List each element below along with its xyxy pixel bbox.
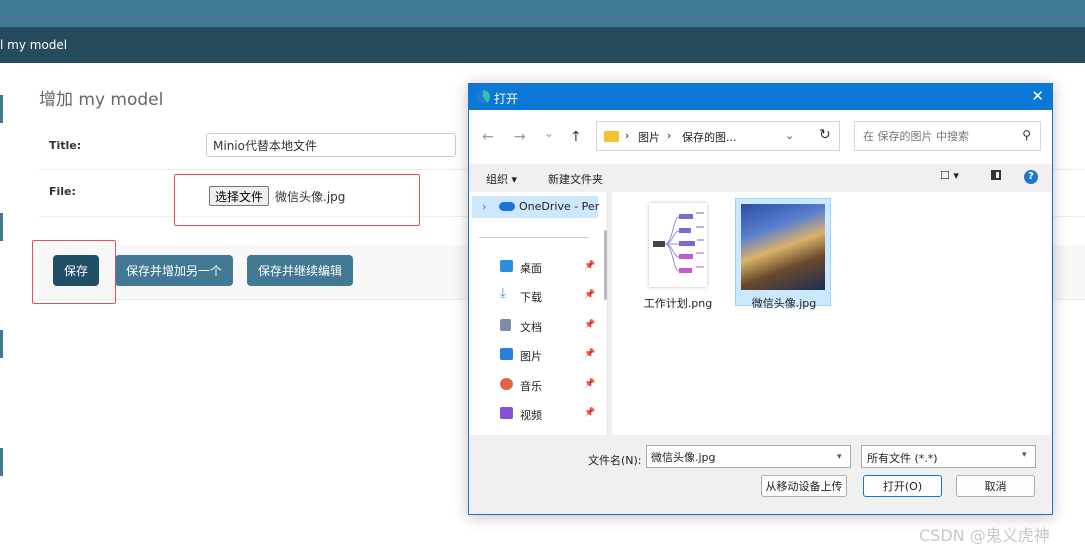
address-separator: › xyxy=(625,129,630,142)
save-add-another-button[interactable]: 保存并增加另一个 xyxy=(115,255,234,286)
address-segment-saved[interactable]: 保存的图... xyxy=(682,129,737,145)
search-icon[interactable]: ⚲ xyxy=(1022,128,1031,142)
nav-scrollbar[interactable] xyxy=(604,230,607,300)
save-highlight-box xyxy=(32,240,116,304)
address-dropdown-icon[interactable]: ⌄ xyxy=(785,129,794,142)
expand-icon[interactable]: › xyxy=(482,200,486,213)
open-button[interactable]: 打开(O) xyxy=(863,475,942,497)
refresh-icon[interactable]: ↻ xyxy=(819,127,831,143)
search-box[interactable]: ⚲ xyxy=(854,121,1041,151)
breadcrumb: l my model xyxy=(0,27,1085,63)
forward-icon[interactable]: → xyxy=(514,129,526,145)
file-highlight-box: 选择文件 微信头像.jpg xyxy=(174,174,420,226)
chevron-down-icon: ▾ xyxy=(1022,450,1027,460)
nav-item-label: 图片 xyxy=(520,350,542,363)
download-icon: ⤓ xyxy=(500,286,506,301)
recent-locations-icon[interactable]: ⌄ xyxy=(544,126,554,140)
address-segment-pictures[interactable]: 图片 xyxy=(638,129,660,145)
file-name: 工作计划.png xyxy=(643,297,713,310)
close-icon[interactable]: ✕ xyxy=(1031,87,1044,105)
navigation-pane: › OneDrive - Per 桌面 📌 ⤓ 下载 📌 文档 📌 图片 📌 音… xyxy=(469,192,608,435)
pin-icon: 📌 xyxy=(584,408,596,418)
nav-onedrive-label: OneDrive - Per xyxy=(519,200,600,213)
help-icon[interactable]: ? xyxy=(1024,170,1038,184)
pictures-icon xyxy=(500,348,513,360)
nav-divider xyxy=(479,237,589,238)
nav-item-music[interactable]: 音乐 📌 xyxy=(469,373,603,397)
file-item[interactable]: 工作计划.png xyxy=(630,198,726,310)
chosen-file-name: 微信头像.jpg xyxy=(275,190,346,204)
watermark: CSDN @鬼义虎神 xyxy=(919,526,1050,545)
nav-item-label: 视频 xyxy=(520,409,542,422)
nav-item-videos[interactable]: 视频 📌 xyxy=(469,402,603,426)
upload-from-device-button[interactable]: 从移动设备上传 xyxy=(761,475,847,497)
filename-input[interactable] xyxy=(646,445,851,468)
filetype-value: 所有文件 (*.*) xyxy=(867,452,938,465)
choose-file-button[interactable]: 选择文件 xyxy=(209,186,270,206)
nav-item-label: 音乐 xyxy=(520,380,542,393)
up-icon[interactable]: ↑ xyxy=(570,129,582,145)
nav-item-documents[interactable]: 文档 📌 xyxy=(469,314,603,338)
page-title: 增加 my model xyxy=(39,85,163,110)
mindmap-image xyxy=(653,212,704,273)
pin-icon: 📌 xyxy=(584,379,596,389)
admin-header xyxy=(0,0,1085,27)
page-title-prefix: 增加 xyxy=(39,90,73,110)
dialog-command-bar: 组织 ▾ 新建文件夹 ☐ ▾ ? xyxy=(469,164,1052,192)
breadcrumb-text[interactable]: l my model xyxy=(0,38,67,52)
dialog-navbar: ← → ⌄ ↑ › 图片 › 保存的图... ⌄ ↻ ⚲ xyxy=(469,110,1052,164)
avatar-thumbnail xyxy=(741,204,825,290)
file-label: File: xyxy=(49,185,76,198)
mindmap-thumbnail xyxy=(649,203,707,287)
video-icon xyxy=(500,407,513,419)
file-name: 微信头像.jpg xyxy=(751,297,817,310)
filename-label: 文件名(N): xyxy=(588,454,642,467)
organize-menu[interactable]: 组织 ▾ xyxy=(486,171,517,187)
file-item-selected[interactable]: 微信头像.jpg xyxy=(735,198,831,310)
search-input[interactable] xyxy=(863,127,1013,145)
folder-icon xyxy=(604,131,619,142)
new-folder-button[interactable]: 新建文件夹 xyxy=(548,171,603,187)
filename-dropdown-icon[interactable]: ▾ xyxy=(837,452,842,462)
pin-icon: 📌 xyxy=(584,349,596,359)
nav-item-onedrive[interactable]: › OneDrive - Per xyxy=(472,196,600,218)
browser-icon xyxy=(476,90,490,104)
address-bar[interactable]: › 图片 › 保存的图... ⌄ ↻ xyxy=(596,121,840,151)
cancel-button[interactable]: 取消 xyxy=(956,475,1035,497)
save-continue-button[interactable]: 保存并继续编辑 xyxy=(247,255,354,286)
pin-icon: 📌 xyxy=(584,290,596,300)
nav-item-label: 下载 xyxy=(520,291,542,304)
document-icon xyxy=(500,319,511,331)
onedrive-icon xyxy=(499,202,515,211)
music-icon xyxy=(500,378,513,390)
address-separator: › xyxy=(667,129,672,142)
back-icon[interactable]: ← xyxy=(482,129,494,145)
pin-icon: 📌 xyxy=(584,320,596,330)
dialog-footer: 文件名(N): ▾ 所有文件 (*.*) ▾ 从移动设备上传 打开(O) 取消 xyxy=(469,435,1052,514)
desktop-icon xyxy=(500,260,513,272)
pin-icon: 📌 xyxy=(584,261,596,271)
page-title-model: my model xyxy=(78,90,164,110)
filetype-select[interactable]: 所有文件 (*.*) ▾ xyxy=(861,445,1036,468)
nav-item-label: 文档 xyxy=(520,321,542,334)
dialog-title: 打开 xyxy=(494,92,519,106)
nav-item-desktop[interactable]: 桌面 📌 xyxy=(469,255,603,279)
view-icon[interactable]: ☐ ▾ xyxy=(940,169,959,182)
title-label: Title: xyxy=(49,139,82,152)
file-list: 工作计划.png 微信头像.jpg xyxy=(612,192,1051,435)
nav-item-pictures[interactable]: 图片 📌 xyxy=(469,343,603,367)
dialog-titlebar: 打开 ✕ xyxy=(469,84,1052,110)
nav-item-label: 桌面 xyxy=(520,262,542,275)
nav-item-downloads[interactable]: ⤓ 下载 📌 xyxy=(469,284,603,308)
title-input[interactable] xyxy=(206,133,456,157)
open-file-dialog: 打开 ✕ ← → ⌄ ↑ › 图片 › 保存的图... ⌄ ↻ ⚲ 组织 ▾ 新… xyxy=(468,83,1053,515)
preview-pane-icon[interactable] xyxy=(991,170,1001,180)
